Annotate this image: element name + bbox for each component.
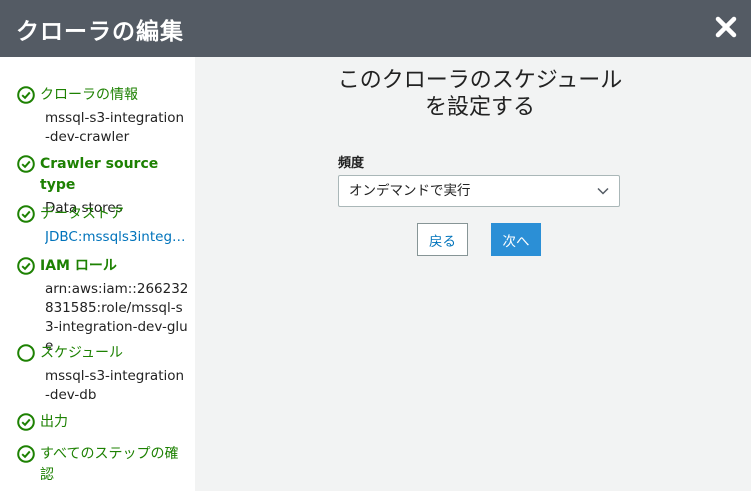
sidebar-step-label[interactable]: 出力 [40, 412, 68, 433]
frequency-select[interactable]: オンデマンドで実行 [338, 175, 620, 207]
main-panel: このクローラのスケジュールを設定する 頻度 オンデマンドで実行 戻る 次へ [195, 57, 751, 491]
sidebar-step-label[interactable]: クローラの情報 [40, 85, 138, 106]
sidebar-step-label[interactable]: Crawler source type [40, 154, 192, 196]
check-circle-icon [17, 257, 35, 275]
sidebar-step-label[interactable]: すべてのステップの確認 [40, 444, 185, 486]
sidebar-step-detail: mssql-s3-integration-dev-crawler [45, 110, 185, 145]
data-store-link[interactable]: JDBC:mssqls3integ… [45, 228, 190, 247]
empty-circle-icon [17, 344, 35, 362]
sidebar-step-label[interactable]: スケジュール [40, 343, 123, 364]
close-icon[interactable] [711, 10, 741, 44]
wizard-sidebar: クローラの情報 mssql-s3-integration-dev-crawler… [0, 57, 195, 491]
sidebar-step-label[interactable]: データストア [40, 204, 124, 225]
back-button[interactable]: 戻る [417, 223, 468, 256]
sidebar-step-detail: mssql-s3-integration-dev-db [45, 368, 185, 403]
next-button[interactable]: 次へ [491, 223, 541, 256]
check-circle-icon [17, 413, 35, 431]
sidebar-step-schedule[interactable]: スケジュール mssql-s3-integration-dev-db [17, 343, 192, 405]
sidebar-step-crawler-info[interactable]: クローラの情報 mssql-s3-integration-dev-crawler [17, 85, 192, 147]
sidebar-step-data-store[interactable]: データストア JDBC:mssqls3integ… [17, 204, 192, 247]
check-circle-icon [17, 155, 35, 173]
frequency-select-value: オンデマンドで実行 [349, 183, 471, 199]
sidebar-step-label[interactable]: IAM ロール [40, 256, 117, 277]
page-title: このクローラのスケジュールを設定する [337, 68, 623, 120]
frequency-label: 頻度 [338, 156, 365, 171]
sidebar-step-output[interactable]: 出力 [17, 412, 192, 433]
check-circle-icon [17, 205, 35, 223]
dialog-title: クローラの編集 [16, 19, 184, 45]
check-circle-icon [17, 445, 35, 463]
sidebar-step-iam-role[interactable]: IAM ロール arn:aws:iam::266232831585:role/m… [17, 256, 192, 356]
check-circle-icon [17, 86, 35, 104]
sidebar-step-review[interactable]: すべてのステップの確認 [17, 444, 192, 486]
dialog-header: クローラの編集 [0, 0, 751, 57]
chevron-down-icon [597, 187, 609, 195]
